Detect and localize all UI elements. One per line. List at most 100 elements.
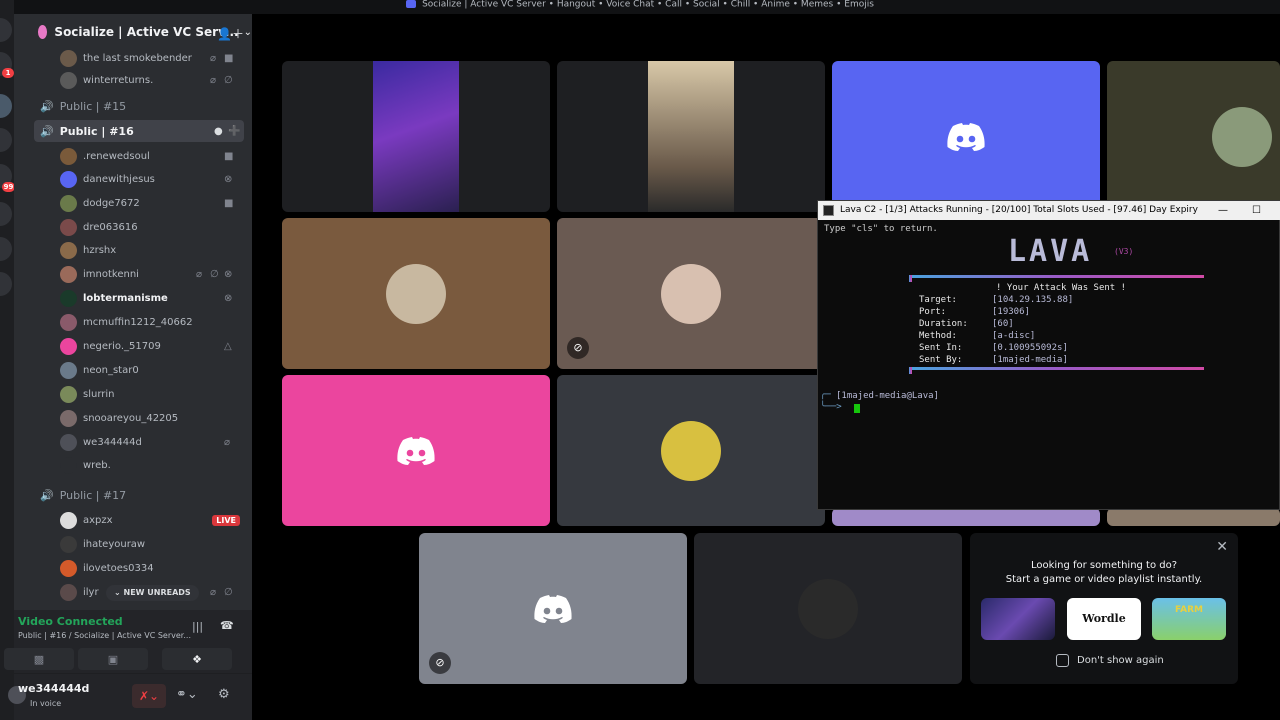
banner-divider-bottom	[909, 367, 1204, 374]
avatar	[60, 433, 77, 451]
invite-people-icon[interactable]: 👤＋	[217, 25, 244, 42]
camera-icon: ■	[224, 52, 234, 64]
server-name: Socialize | Active VC Serv...	[54, 25, 239, 39]
minimize-button[interactable]: —	[1218, 201, 1228, 220]
voice-user[interactable]: slurrin	[14, 383, 252, 405]
camera-off-button[interactable]: ▩	[4, 648, 74, 670]
terminal-hint: Type "cls" to return.	[824, 224, 938, 234]
video-tile[interactable]	[694, 533, 962, 684]
video-tile[interactable]	[1107, 508, 1280, 526]
avatar	[60, 147, 77, 165]
maximize-button[interactable]: ☐	[1252, 201, 1261, 220]
window-titlebar: Socialize | Active VC Server • Hangout •…	[0, 0, 1280, 14]
activity-card[interactable]	[981, 598, 1055, 640]
discord-logo-icon	[534, 594, 572, 623]
voice-user[interactable]: mcmuffin1212_40662	[14, 311, 252, 333]
chat-icon[interactable]: ●	[214, 126, 223, 137]
voice-status[interactable]: Video Connected	[18, 615, 123, 628]
voice-channel-path[interactable]: Public | #16 / Socialize | Active VC Ser…	[18, 631, 191, 640]
video-tile[interactable]	[1107, 61, 1280, 212]
voice-user-name: mcmuffin1212_40662	[83, 316, 193, 328]
video-tile[interactable]: ⊘	[419, 533, 687, 684]
voice-user[interactable]: .renewedsoul ■	[14, 145, 252, 167]
voice-user[interactable]: hzrshx	[14, 239, 252, 261]
avatar	[661, 420, 721, 481]
avatar	[60, 71, 77, 89]
server-icon[interactable]	[0, 202, 12, 226]
voice-user[interactable]: ilovetoes0334	[14, 557, 252, 579]
screen-share-button[interactable]: ▣	[78, 648, 148, 670]
channel-name: Public | #16	[59, 124, 134, 138]
server-icon[interactable]	[0, 128, 12, 152]
voice-user[interactable]: dodge7672 ■	[14, 192, 252, 214]
voice-user[interactable]: danewithjesus ⊗	[14, 168, 252, 190]
terminal-titlebar[interactable]: Lava C2 - [1/3] Attacks Running - [20/10…	[818, 201, 1280, 220]
username[interactable]: we344444d	[18, 682, 89, 695]
avatar	[798, 578, 858, 639]
voice-user-name: snooareyou_42205	[83, 412, 179, 424]
mute-button[interactable]: ✗⌄	[132, 684, 166, 708]
activity-card-wordle[interactable]: Wordle	[1067, 598, 1141, 640]
voice-user[interactable]: axpzx LIVE	[14, 509, 252, 531]
avatar	[60, 559, 77, 577]
voice-channel-public-17[interactable]: 🔊 Public | #17	[14, 484, 252, 506]
xbox-icon: ⊗	[224, 268, 233, 280]
avatar	[60, 289, 77, 307]
voice-user[interactable]: wreb.	[14, 454, 252, 476]
server-icon[interactable]	[0, 237, 12, 261]
activity-card-farm[interactable]: FARM	[1152, 598, 1226, 640]
attack-sent-banner: ! Your Attack Was Sent !	[996, 283, 1127, 293]
gear-icon[interactable]: ⚙	[218, 687, 230, 702]
close-icon[interactable]: ✕	[1216, 539, 1228, 555]
prompt-arrow: ╰──>	[820, 402, 842, 412]
lava-c2-terminal-window[interactable]: Lava C2 - [1/3] Attacks Running - [20/10…	[817, 200, 1280, 510]
video-tile[interactable]	[557, 375, 825, 526]
voice-user[interactable]: lobtermanisme ⊗	[14, 287, 252, 309]
video-tile[interactable]	[282, 218, 550, 369]
avatar	[60, 337, 77, 355]
avatar	[661, 263, 721, 324]
attack-field-value: [1majed-media]	[992, 355, 1068, 365]
server-icon-home[interactable]	[0, 18, 12, 42]
voice-user[interactable]: winterreturns. ⌀ ∅	[14, 69, 252, 91]
avatar	[60, 265, 77, 283]
dont-show-again-checkbox[interactable]	[1056, 654, 1069, 667]
video-tile[interactable]	[832, 61, 1100, 212]
voice-channel-public-16[interactable]: 🔊 Public | #16 ● ➕	[34, 120, 244, 142]
new-unreads-pill[interactable]: ⌄ NEW UNREADS	[106, 585, 199, 601]
avatar	[60, 170, 77, 188]
avatar	[60, 409, 77, 427]
terminal-cursor	[854, 404, 860, 413]
attack-field-value: [104.29.135.88]	[992, 295, 1074, 305]
camera-off-icon: ⊘	[567, 337, 589, 359]
voice-user[interactable]: negerio._51709 △	[14, 335, 252, 357]
video-tile[interactable]: ⊘	[557, 218, 825, 369]
video-tile[interactable]	[282, 61, 550, 212]
terminal-title: Lava C2 - [1/3] Attacks Running - [20/10…	[840, 205, 1198, 215]
voice-user[interactable]: ihateyouraw	[14, 533, 252, 555]
attack-field-value: [19306]	[992, 307, 1030, 317]
server-icon-socialize[interactable]	[0, 94, 12, 118]
speaker-icon: 🔊	[40, 124, 54, 138]
activities-button[interactable]: ❖	[162, 648, 232, 670]
voice-user[interactable]: we344444d ⌀	[14, 431, 252, 453]
download-apps-icon[interactable]	[0, 272, 12, 296]
prompt-arrow: ╭─	[820, 390, 831, 400]
voice-user[interactable]: the last smokebender ⌀ ■	[14, 50, 252, 69]
voice-user[interactable]: neon_star0	[14, 359, 252, 381]
video-tile[interactable]	[557, 61, 825, 212]
video-tile[interactable]	[282, 375, 550, 526]
video-tile[interactable]	[832, 508, 1100, 526]
voice-user[interactable]: imnotkenni ⌀ ∅ ⊗	[14, 263, 252, 285]
disconnect-icon[interactable]: ☎	[220, 619, 234, 632]
headphones-icon[interactable]: ⚭⌄	[176, 687, 198, 702]
invite-icon[interactable]: ➕	[228, 126, 240, 137]
mention-badge: 1	[2, 68, 14, 78]
voice-channel-public-15[interactable]: 🔊 Public | #15	[14, 95, 252, 117]
noise-suppression-icon[interactable]: |||	[192, 620, 203, 633]
avatar	[60, 218, 77, 236]
voice-user-name: wreb.	[83, 459, 111, 471]
server-header[interactable]: Socialize | Active VC Serv... ⌄ 👤＋	[14, 14, 252, 50]
voice-user[interactable]: snooareyou_42205	[14, 407, 252, 429]
voice-user[interactable]: dre063616	[14, 216, 252, 238]
